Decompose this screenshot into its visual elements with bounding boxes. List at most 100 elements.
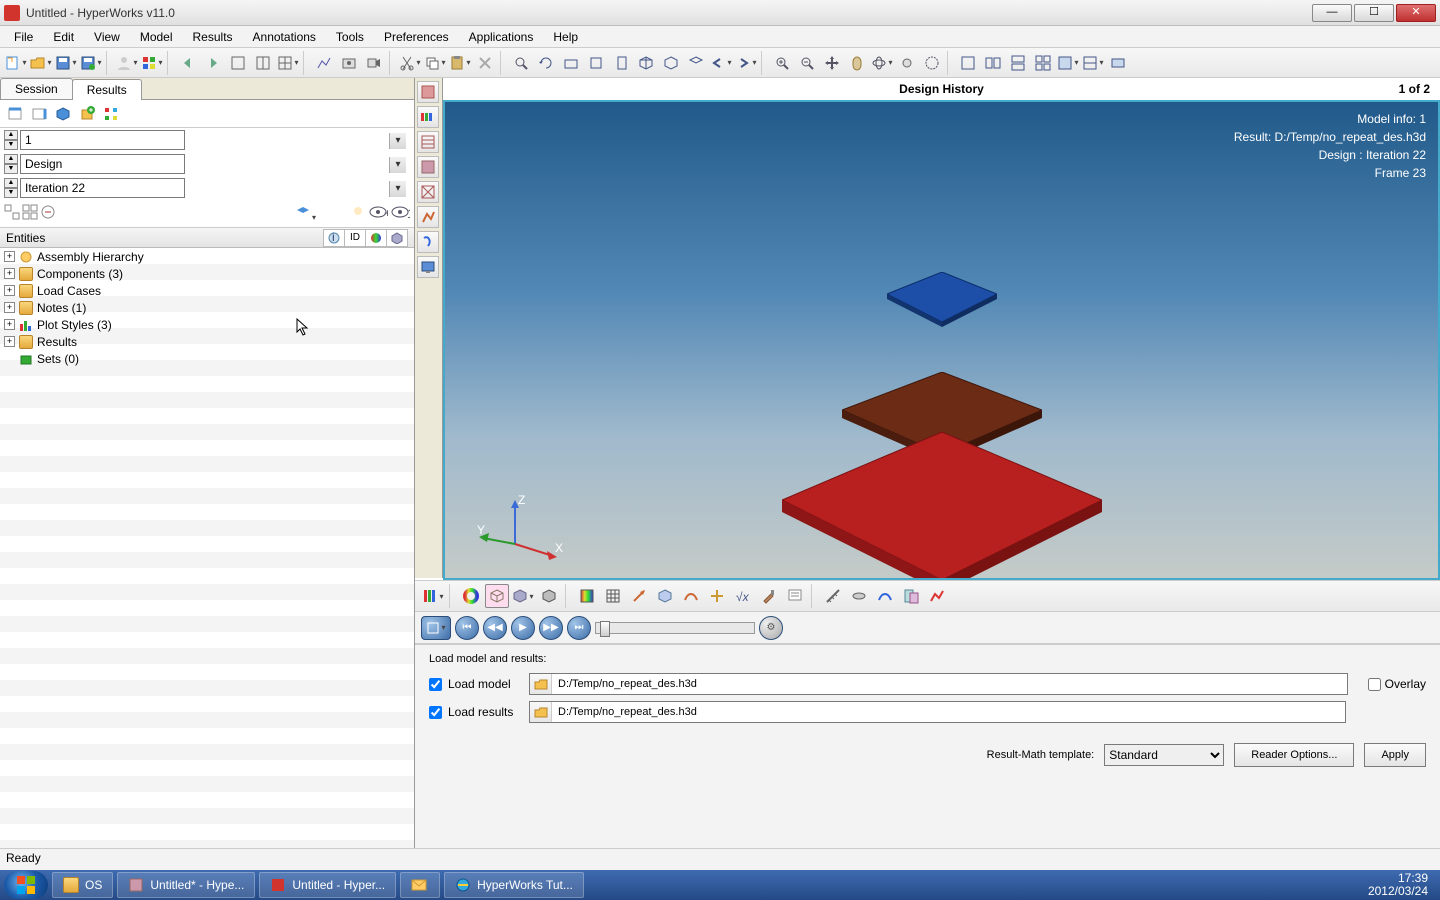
apply-button[interactable]: Apply [1364, 743, 1426, 767]
res-tool-deform-icon[interactable] [679, 584, 703, 608]
reader-options-button[interactable]: Reader Options... [1234, 743, 1354, 767]
entities-col-mesh-icon[interactable] [386, 229, 408, 247]
task-hyperworks-1[interactable]: Untitled* - Hype... [117, 872, 255, 898]
toolbar-graph-icon[interactable] [312, 51, 336, 75]
menu-tools[interactable]: Tools [326, 28, 374, 46]
toolbar-view-xz-icon[interactable] [584, 51, 608, 75]
res-tool-clip-icon[interactable] [873, 584, 897, 608]
tree-plotstyles[interactable]: +Plot Styles (3) [0, 316, 414, 333]
res-tool-iso-icon[interactable] [601, 584, 625, 608]
start-button[interactable] [4, 871, 48, 899]
toolbar-user-icon[interactable] [115, 51, 139, 75]
system-tray[interactable]: 17:39 2012/03/24 [1360, 872, 1436, 898]
toolbar-new-icon[interactable] [4, 51, 28, 75]
vtool-6-icon[interactable] [417, 206, 439, 228]
task-hyperworks-2[interactable]: Untitled - Hyper... [259, 872, 396, 898]
res-tool-measure-icon[interactable] [821, 584, 845, 608]
vtool-7-icon[interactable] [417, 231, 439, 253]
res-tool-brush-icon[interactable] [757, 584, 781, 608]
anim-next-icon[interactable]: ▶▶ [539, 616, 563, 640]
panel-tool-add-icon[interactable] [76, 103, 98, 125]
anim-play-icon[interactable]: ▶ [511, 616, 535, 640]
anim-settings-icon[interactable]: ⚙ [759, 616, 783, 640]
anim-slider[interactable] [595, 622, 755, 634]
toolbar-view-xy-icon[interactable] [559, 51, 583, 75]
panel-tool-filter-icon[interactable] [100, 103, 122, 125]
spin-up[interactable]: ▲ [4, 154, 18, 164]
tab-results[interactable]: Results [72, 79, 142, 100]
toolbar-view-iso3-icon[interactable] [684, 51, 708, 75]
toolbar-paste-icon[interactable] [448, 51, 472, 75]
anim-mode-icon[interactable] [421, 616, 451, 640]
toolbar-move-icon[interactable] [820, 51, 844, 75]
overlay-checkbox[interactable]: Overlay [1368, 677, 1426, 691]
res-tool-legend-icon[interactable] [421, 584, 445, 608]
toolbar-window1-icon[interactable] [226, 51, 250, 75]
toolbar-zoomfit-icon[interactable] [509, 51, 533, 75]
res-tool-fx-icon[interactable]: √x [731, 584, 755, 608]
task-explorer[interactable]: OS [52, 872, 113, 898]
toolbar-rotate-icon[interactable] [870, 51, 894, 75]
toolbar-seg4-icon[interactable] [1031, 51, 1055, 75]
tab-session[interactable]: Session [0, 78, 73, 99]
toolbar-light-icon[interactable] [895, 51, 919, 75]
ent-display-mode-icon[interactable] [295, 204, 316, 223]
toolbar-seg3-icon[interactable] [1006, 51, 1030, 75]
open-model-icon[interactable] [530, 674, 552, 694]
anim-last-icon[interactable]: ⏭ [567, 616, 591, 640]
entities-col-info-icon[interactable]: i [323, 229, 345, 247]
vtool-8-icon[interactable] [417, 256, 439, 278]
toolbar-record-icon[interactable] [362, 51, 386, 75]
toolbar-view-iso2-icon[interactable] [659, 51, 683, 75]
toolbar-seg2-icon[interactable] [981, 51, 1005, 75]
toolbar-copy-icon[interactable] [423, 51, 447, 75]
toolbar-globe-icon[interactable] [920, 51, 944, 75]
toolbar-view-yz-icon[interactable] [609, 51, 633, 75]
ent-light-icon[interactable] [350, 204, 366, 223]
panel-tool-cube-icon[interactable] [52, 103, 74, 125]
toolbar-seg1-icon[interactable] [956, 51, 980, 75]
ent-tool-2-icon[interactable] [22, 204, 38, 223]
load-results-checkbox[interactable]: Load results [429, 705, 519, 719]
spin-up[interactable]: ▲ [4, 130, 18, 140]
res-tool-vector-icon[interactable] [627, 584, 651, 608]
toolbar-colorcube-icon[interactable] [140, 51, 164, 75]
menu-results[interactable]: Results [183, 28, 243, 46]
res-tool-note-icon[interactable] [783, 584, 807, 608]
toolbar-pan-icon[interactable] [845, 51, 869, 75]
vtool-5-icon[interactable] [417, 181, 439, 203]
vtool-3-icon[interactable] [417, 131, 439, 153]
vtool-4-icon[interactable] [417, 156, 439, 178]
iteration-combo[interactable] [20, 178, 185, 198]
maximize-button[interactable] [1354, 4, 1394, 22]
toolbar-zoomin-icon[interactable] [770, 51, 794, 75]
toolbar-rotview-icon[interactable] [534, 51, 558, 75]
menu-edit[interactable]: Edit [43, 28, 84, 46]
spin-down[interactable]: ▼ [4, 188, 18, 198]
menu-preferences[interactable]: Preferences [374, 28, 459, 46]
toolbar-delete-icon[interactable] [473, 51, 497, 75]
menu-annotations[interactable]: Annotations [243, 28, 326, 46]
task-ie[interactable]: HyperWorks Tut... [444, 872, 584, 898]
menu-view[interactable]: View [84, 28, 130, 46]
tree-results[interactable]: +Results [0, 333, 414, 350]
res-tool-query-icon[interactable] [899, 584, 923, 608]
spin-down[interactable]: ▼ [4, 164, 18, 174]
viewport-3d[interactable]: Model info: 1 Result: D:/Temp/no_repeat_… [443, 100, 1440, 580]
ent-hide-icon[interactable]: 1 [390, 205, 410, 222]
toolbar-open-icon[interactable] [29, 51, 53, 75]
toolbar-display1-icon[interactable] [1056, 51, 1080, 75]
toolbar-display2-icon[interactable] [1081, 51, 1105, 75]
tree-notes[interactable]: +Notes (1) [0, 299, 414, 316]
res-tool-contour-icon[interactable] [575, 584, 599, 608]
load-model-checkbox[interactable]: Load model [429, 677, 519, 691]
resulttype-combo[interactable] [20, 154, 185, 174]
toolbar-cut-icon[interactable] [398, 51, 422, 75]
toolbar-window2-icon[interactable] [251, 51, 275, 75]
toolbar-layout-icon[interactable] [276, 51, 300, 75]
anim-first-icon[interactable]: ⏮ [455, 616, 479, 640]
entities-col-id[interactable]: ID [344, 229, 366, 247]
tree-loadcases[interactable]: +Load Cases [0, 282, 414, 299]
res-tool-section-icon[interactable] [847, 584, 871, 608]
ent-show-icon[interactable]: +/- [368, 205, 388, 222]
